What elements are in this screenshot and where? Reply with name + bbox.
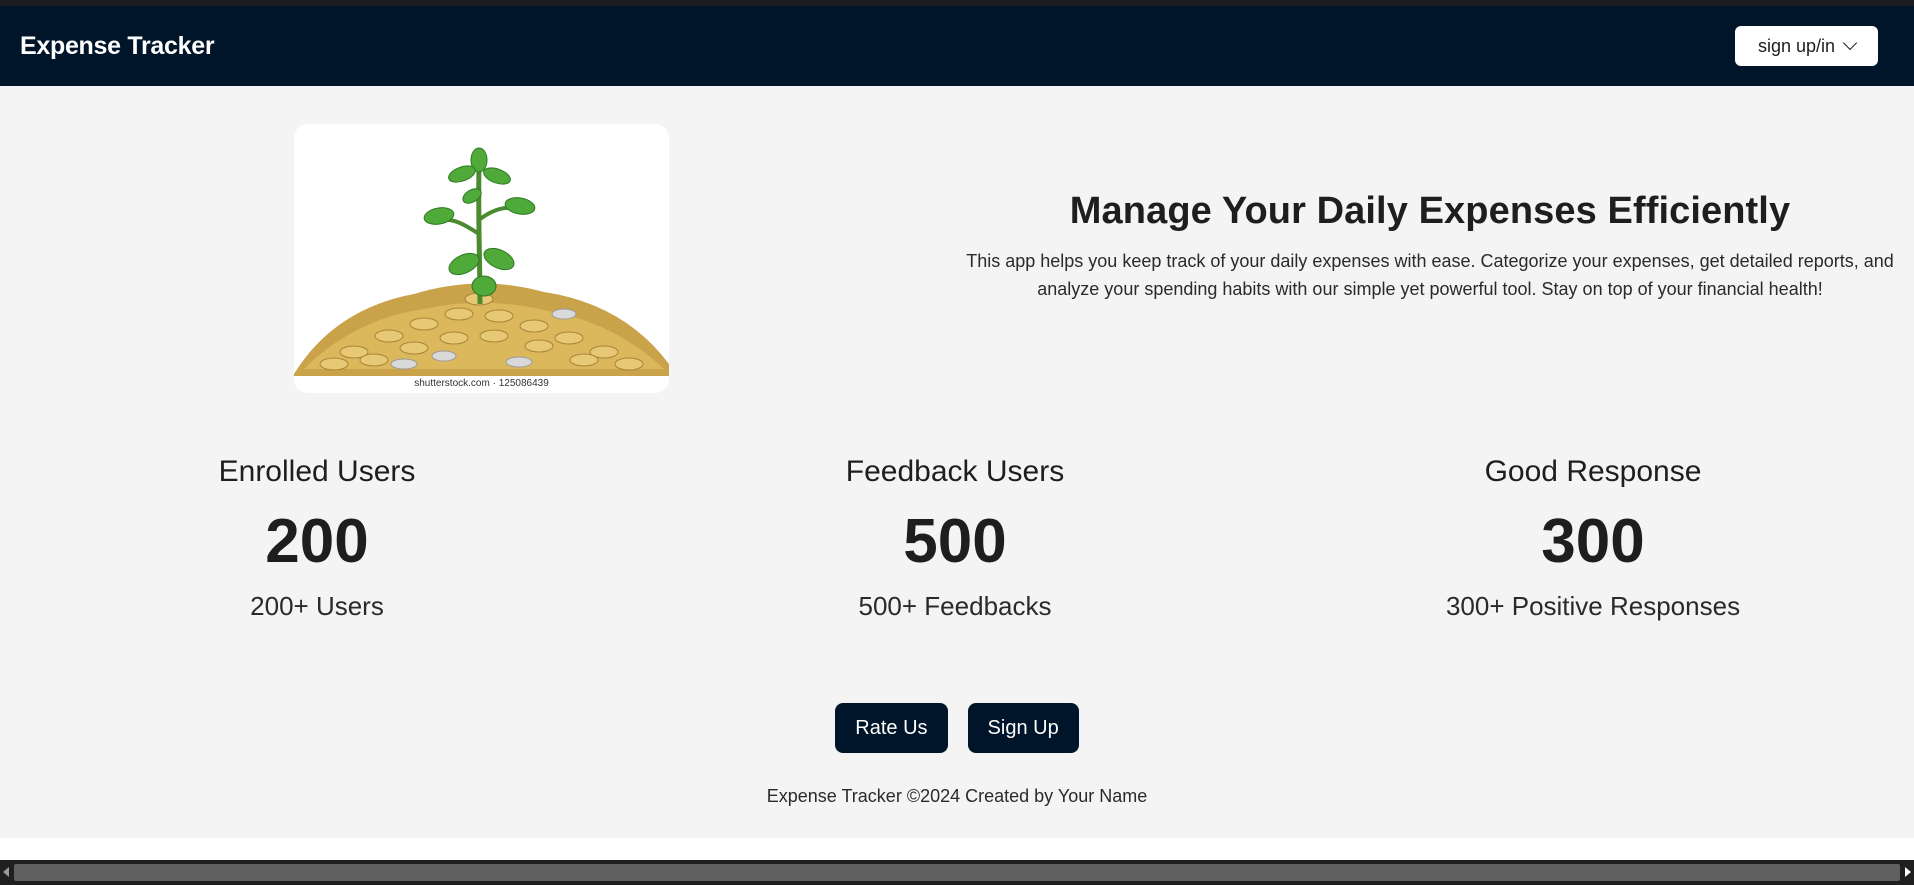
sign-up-in-label: sign up/in (1757, 35, 1836, 56)
chevron-down-icon (1842, 35, 1858, 51)
stat-label: Good Response (1484, 455, 1702, 488)
stat-subtext: 300+ Positive Responses (1445, 591, 1741, 621)
stat-subtext: 200+ Users (250, 591, 384, 621)
page-bottom-area (0, 838, 1914, 860)
footer: Expense Tracker ©2024 Created by Your Na… (766, 786, 1148, 806)
stat-value: 200 (265, 507, 369, 576)
action-buttons: Rate Us Sign Up (0, 703, 1914, 753)
caret-left-icon[interactable] (3, 867, 9, 877)
sign-up-button[interactable]: Sign Up (967, 703, 1079, 753)
navbar: Expense Tracker sign up/in (0, 6, 1914, 86)
stat-enrolled-users: Enrolled Users 200 200+ Users (97, 455, 537, 622)
stat-label: Feedback Users (845, 455, 1065, 488)
scrollbar-thumb[interactable] (14, 864, 1900, 881)
rate-us-button[interactable]: Rate Us (835, 703, 948, 753)
stat-value: 500 (903, 507, 1007, 576)
stat-feedback-users: Feedback Users 500 500+ Feedbacks (735, 455, 1175, 622)
hero-section: Manage Your Daily Expenses Efficiently T… (960, 190, 1900, 303)
stat-value: 300 (1541, 507, 1645, 576)
caret-right-icon[interactable] (1905, 867, 1911, 877)
stat-good-response: Good Response 300 300+ Positive Response… (1373, 455, 1813, 622)
sign-up-in-dropdown[interactable]: sign up/in (1735, 26, 1878, 66)
hero-title: Manage Your Daily Expenses Efficiently (1069, 190, 1791, 232)
image-caption: shutterstock.com · 125086439 (414, 378, 549, 389)
hero-description: This app helps you keep track of your da… (966, 251, 1894, 299)
horizontal-scrollbar[interactable] (0, 860, 1914, 885)
brand-title: Expense Tracker (20, 31, 215, 60)
plant-on-coins-illustration (294, 124, 669, 393)
stat-subtext: 500+ Feedbacks (858, 591, 1052, 621)
hero-image: shutterstock.com · 125086439 (294, 124, 669, 393)
stat-label: Enrolled Users (218, 455, 416, 488)
